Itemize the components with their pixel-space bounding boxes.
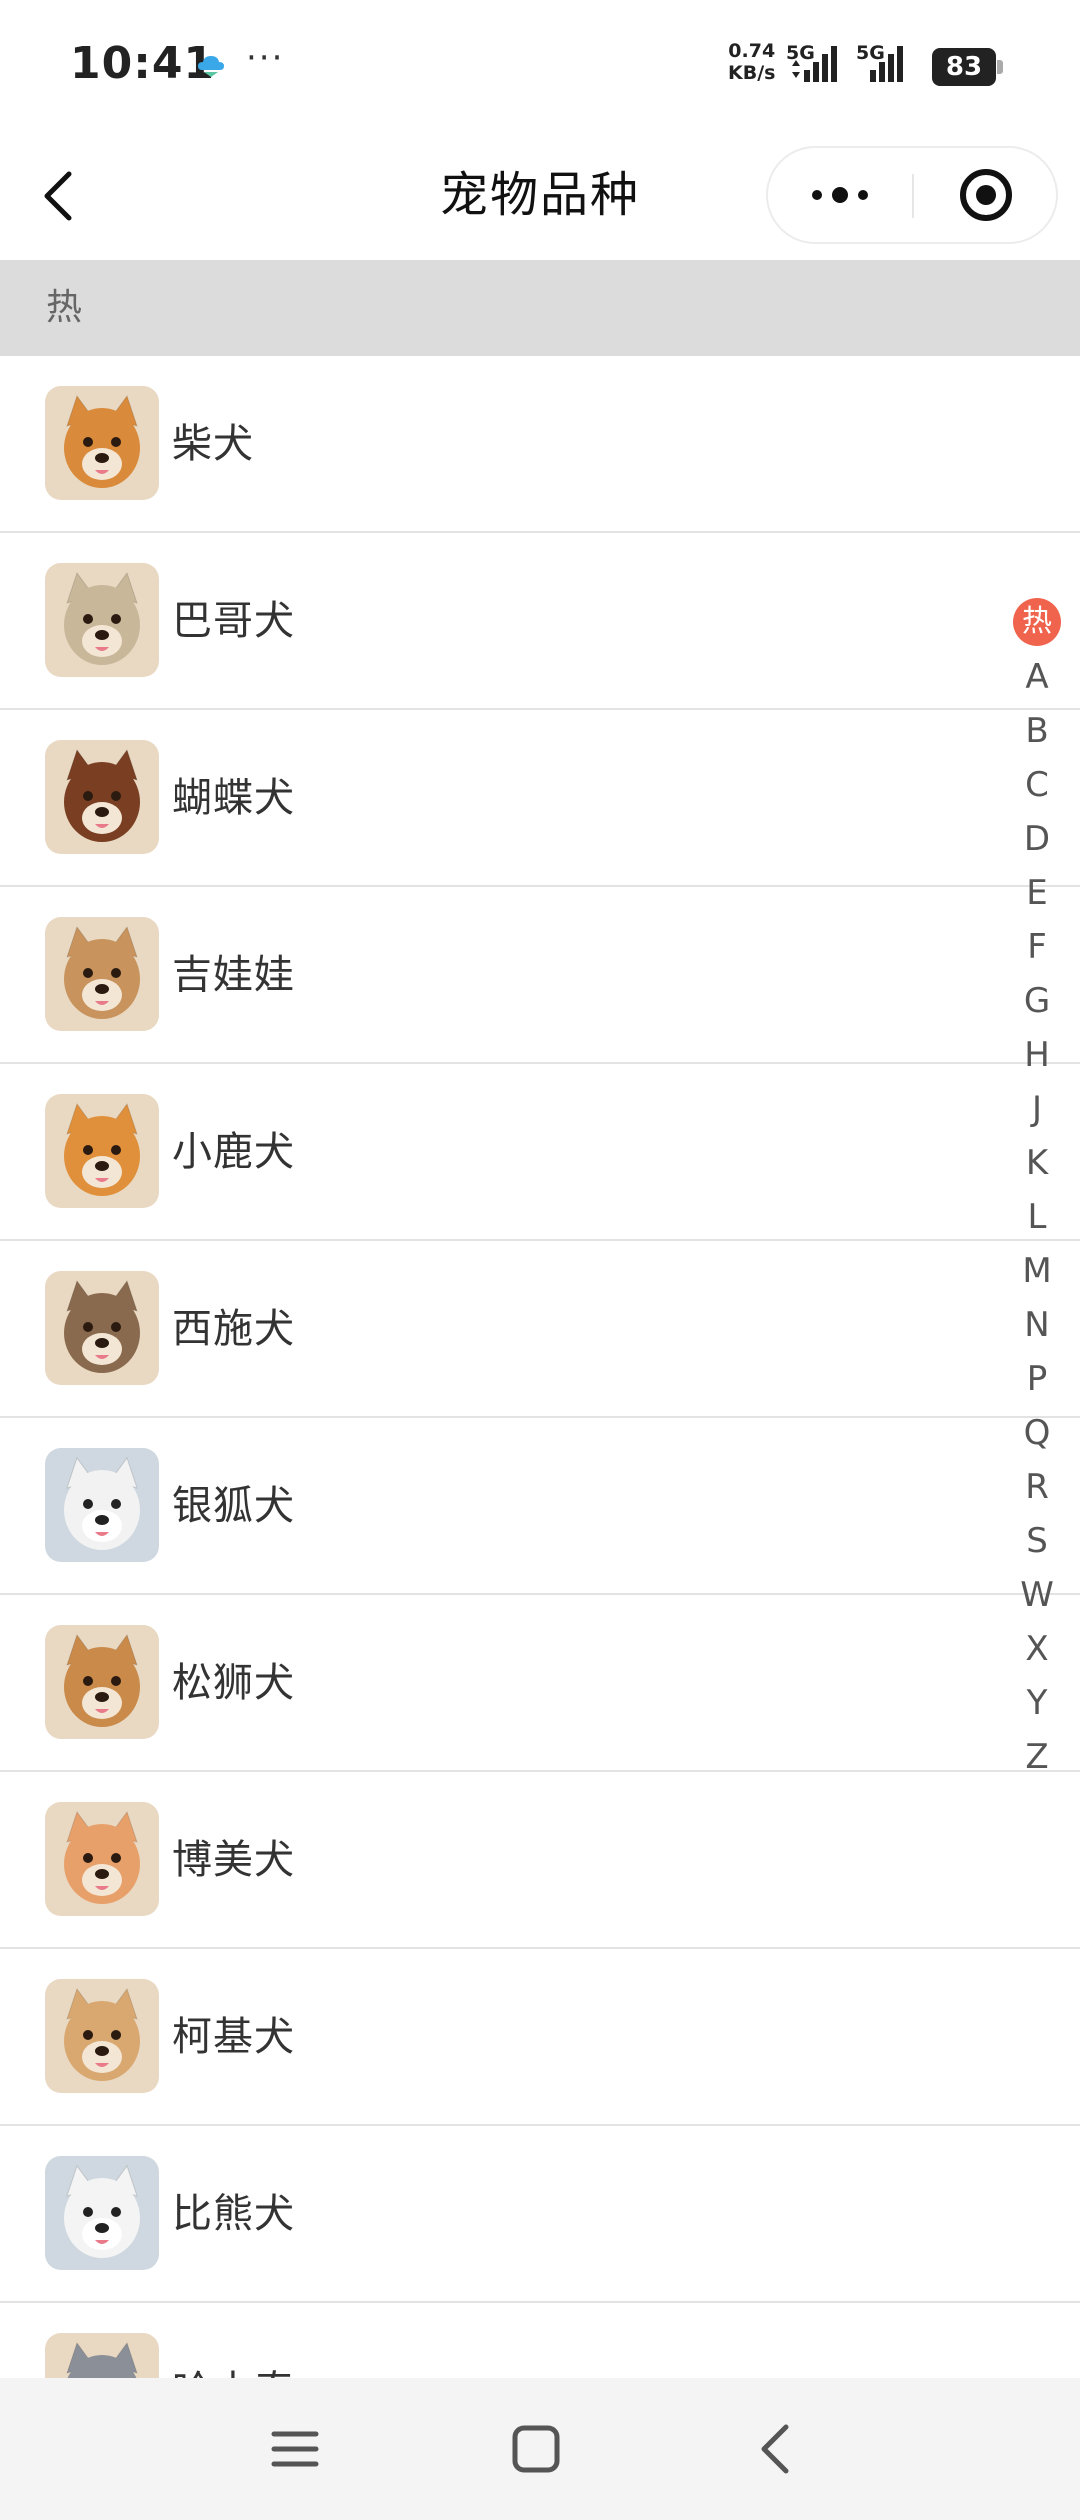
list-item[interactable]: 西施犬 [0, 1241, 1080, 1418]
index-letter-z[interactable]: Z [1012, 1730, 1062, 1784]
breed-name: 银狐犬 [172, 1483, 295, 1529]
network-speed-value: 0.74 [728, 40, 776, 62]
list-item[interactable]: 哈士奇 [0, 2303, 1080, 2378]
system-back-button[interactable] [734, 2414, 814, 2484]
status-time: 10:41 [70, 38, 216, 89]
breed-list: 柴犬巴哥犬蝴蝶犬吉娃娃小鹿犬西施犬银狐犬松狮犬博美犬柯基犬比熊犬哈士奇 [0, 356, 1080, 2378]
breed-name: 蝴蝶犬 [172, 775, 295, 821]
list-item[interactable]: 柯基犬 [0, 1949, 1080, 2126]
section-header-label: 热 [46, 287, 83, 328]
alphabet-index: 热 ABCDEFGHJKLMNPQRSWXYZ [1012, 594, 1062, 1784]
battery-icon: 83 [932, 48, 1004, 86]
section-header-hot: 热 [0, 260, 1080, 356]
index-letter-x[interactable]: X [1012, 1622, 1062, 1676]
breed-thumbnail [45, 1625, 159, 1739]
network-speed-unit: KB/s [728, 62, 776, 84]
cloud-app-icon [198, 56, 224, 77]
index-letter-d[interactable]: D [1012, 812, 1062, 866]
index-letter-w[interactable]: W [1012, 1568, 1062, 1622]
home-button[interactable] [496, 2414, 576, 2484]
back-icon [761, 2424, 789, 2474]
breed-thumbnail [45, 2333, 159, 2378]
breed-name: 柯基犬 [172, 2014, 295, 2060]
target-circle-icon [960, 169, 1012, 221]
list-item[interactable]: 松狮犬 [0, 1595, 1080, 1772]
list-item[interactable]: 小鹿犬 [0, 1064, 1080, 1241]
signal-strength-icon [792, 46, 837, 82]
index-letter-l[interactable]: L [1012, 1190, 1062, 1244]
index-letter-y[interactable]: Y [1012, 1676, 1062, 1730]
breed-thumbnail [45, 1271, 159, 1385]
index-letter-q[interactable]: Q [1012, 1406, 1062, 1460]
index-letter-a[interactable]: A [1012, 650, 1062, 704]
breed-thumbnail [45, 740, 159, 854]
index-letter-f[interactable]: F [1012, 920, 1062, 974]
breed-name: 博美犬 [172, 1837, 295, 1883]
breed-thumbnail [45, 386, 159, 500]
signal-strength-icon [870, 46, 903, 82]
breed-thumbnail [45, 1094, 159, 1208]
list-item[interactable]: 巴哥犬 [0, 533, 1080, 710]
list-item[interactable]: 比熊犬 [0, 2126, 1080, 2303]
breed-name: 哈士奇 [172, 2303, 295, 2378]
index-item-hot[interactable]: 热 [1012, 594, 1062, 650]
index-letter-m[interactable]: M [1012, 1244, 1062, 1298]
more-button[interactable] [768, 148, 912, 242]
list-item[interactable]: 博美犬 [0, 1772, 1080, 1949]
index-letter-s[interactable]: S [1012, 1514, 1062, 1568]
breed-thumbnail [45, 563, 159, 677]
index-letter-g[interactable]: G [1012, 974, 1062, 1028]
index-letter-r[interactable]: R [1012, 1460, 1062, 1514]
menu-icon [271, 2431, 319, 2467]
close-button[interactable] [914, 148, 1058, 242]
system-navigation-bar [0, 2378, 1080, 2520]
more-dots-icon [812, 190, 822, 200]
index-letter-h[interactable]: H [1012, 1028, 1062, 1082]
breed-name: 吉娃娃 [172, 952, 295, 998]
breed-thumbnail [45, 1979, 159, 2093]
navigation-bar: 宠物品种 [0, 130, 1080, 260]
index-letter-p[interactable]: P [1012, 1352, 1062, 1406]
mini-program-capsule [766, 146, 1058, 244]
breed-name: 比熊犬 [172, 2191, 295, 2237]
index-letter-j[interactable]: J [1012, 1082, 1062, 1136]
list-item[interactable]: 蝴蝶犬 [0, 710, 1080, 887]
list-item[interactable]: 吉娃娃 [0, 887, 1080, 1064]
breed-name: 西施犬 [172, 1306, 295, 1352]
home-square-icon [512, 2425, 560, 2473]
index-letter-c[interactable]: C [1012, 758, 1062, 812]
more-notifications-icon: ··· [246, 38, 285, 78]
index-hot-label: 热 [1013, 598, 1061, 646]
breed-name: 小鹿犬 [172, 1129, 295, 1175]
breed-name: 柴犬 [172, 421, 254, 467]
breed-thumbnail [45, 917, 159, 1031]
status-bar: 10:41 ··· 0.74 KB/s 5G 5G 83 [0, 0, 1080, 130]
chevron-left-icon [44, 171, 72, 221]
recent-apps-button[interactable] [255, 2414, 335, 2484]
list-item[interactable]: 银狐犬 [0, 1418, 1080, 1595]
network-speed: 0.74 KB/s [728, 40, 775, 84]
index-letter-k[interactable]: K [1012, 1136, 1062, 1190]
breed-thumbnail [45, 2156, 159, 2270]
index-letter-b[interactable]: B [1012, 704, 1062, 758]
breed-thumbnail [45, 1802, 159, 1916]
breed-name: 巴哥犬 [172, 598, 295, 644]
index-letter-n[interactable]: N [1012, 1298, 1062, 1352]
breed-name: 松狮犬 [172, 1660, 295, 1706]
back-button[interactable] [28, 158, 88, 234]
battery-level: 83 [932, 48, 996, 86]
list-item[interactable]: 柴犬 [0, 356, 1080, 533]
index-letter-e[interactable]: E [1012, 866, 1062, 920]
breed-thumbnail [45, 1448, 159, 1562]
